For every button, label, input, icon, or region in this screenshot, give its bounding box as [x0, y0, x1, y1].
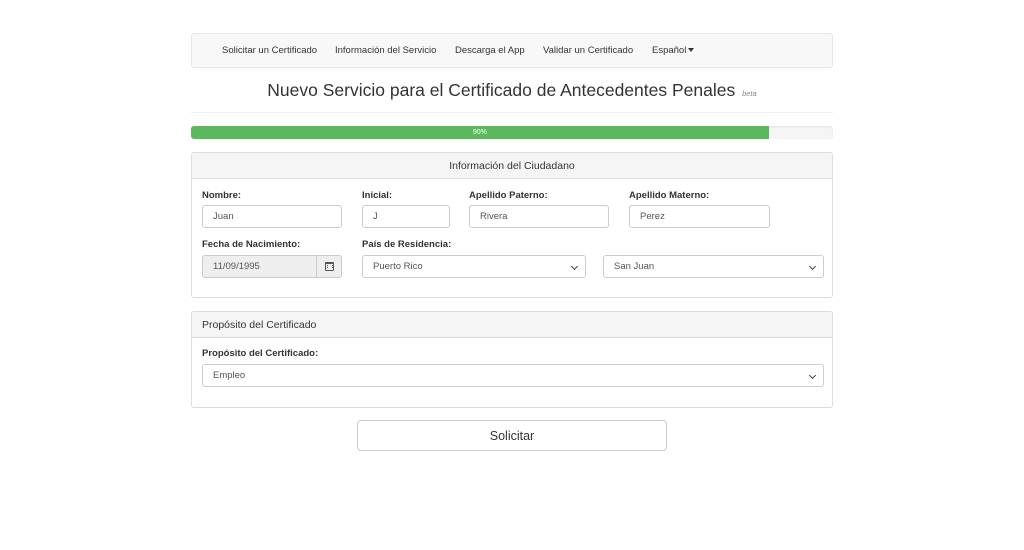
- nav-informacion-servicio[interactable]: Información del Servicio: [335, 34, 436, 67]
- chevron-down-icon: [808, 262, 817, 271]
- purpose-select[interactable]: Empleo: [202, 364, 824, 387]
- purpose-panel: Propósito del Certificado Propósito del …: [191, 311, 833, 408]
- citizen-panel-title: Información del Ciudadano: [192, 153, 832, 179]
- city-select-value: San Juan: [614, 261, 655, 272]
- country-select[interactable]: Puerto Rico: [362, 255, 586, 278]
- calendar-icon: [324, 262, 334, 271]
- nombre-input[interactable]: [202, 205, 342, 228]
- fecha-nacimiento-label: Fecha de Nacimiento:: [202, 239, 301, 250]
- chevron-down-icon: [808, 371, 817, 380]
- purpose-panel-title: Propósito del Certificado: [192, 312, 832, 338]
- caret-down-icon: [688, 48, 695, 53]
- apellido-paterno-label: Apellido Paterno:: [469, 190, 548, 201]
- solicitar-button[interactable]: Solicitar: [357, 420, 667, 451]
- apellido-paterno-input[interactable]: [469, 205, 609, 228]
- beta-badge: beta: [742, 89, 757, 98]
- apellido-materno-input[interactable]: [629, 205, 770, 228]
- city-select[interactable]: San Juan: [603, 255, 824, 278]
- page-title-text: Nuevo Servicio para el Certificado de An…: [267, 80, 736, 100]
- title-divider: [191, 112, 833, 113]
- citizen-info-panel: Información del Ciudadano Nombre: Inicia…: [191, 152, 833, 298]
- language-dropdown[interactable]: Español: [652, 34, 695, 67]
- chevron-down-icon: [570, 262, 579, 271]
- page-title: Nuevo Servicio para el Certificado de An…: [191, 78, 833, 106]
- progress-track: 90%: [191, 126, 833, 139]
- progress-bar: 90%: [191, 126, 769, 139]
- top-navbar: Solicitar un Certificado Información del…: [191, 33, 833, 68]
- pais-residencia-label: País de Residencia:: [362, 239, 452, 250]
- calendar-button[interactable]: [316, 255, 342, 278]
- apellido-materno-label: Apellido Materno:: [629, 190, 710, 201]
- nav-validar-certificado[interactable]: Validar un Certificado: [543, 34, 633, 67]
- purpose-select-value: Empleo: [213, 370, 246, 381]
- progress-label: 90%: [472, 129, 487, 136]
- nombre-label: Nombre:: [202, 190, 242, 201]
- purpose-label: Propósito del Certificado:: [202, 348, 319, 359]
- fecha-nacimiento-input[interactable]: [202, 255, 317, 278]
- inicial-input[interactable]: [362, 205, 450, 228]
- inicial-label: Inicial:: [362, 190, 393, 201]
- country-select-value: Puerto Rico: [373, 261, 423, 272]
- language-label: Español: [652, 45, 687, 56]
- nav-descarga-app[interactable]: Descarga el App: [455, 34, 525, 67]
- nav-solicitar-certificado[interactable]: Solicitar un Certificado: [222, 34, 317, 67]
